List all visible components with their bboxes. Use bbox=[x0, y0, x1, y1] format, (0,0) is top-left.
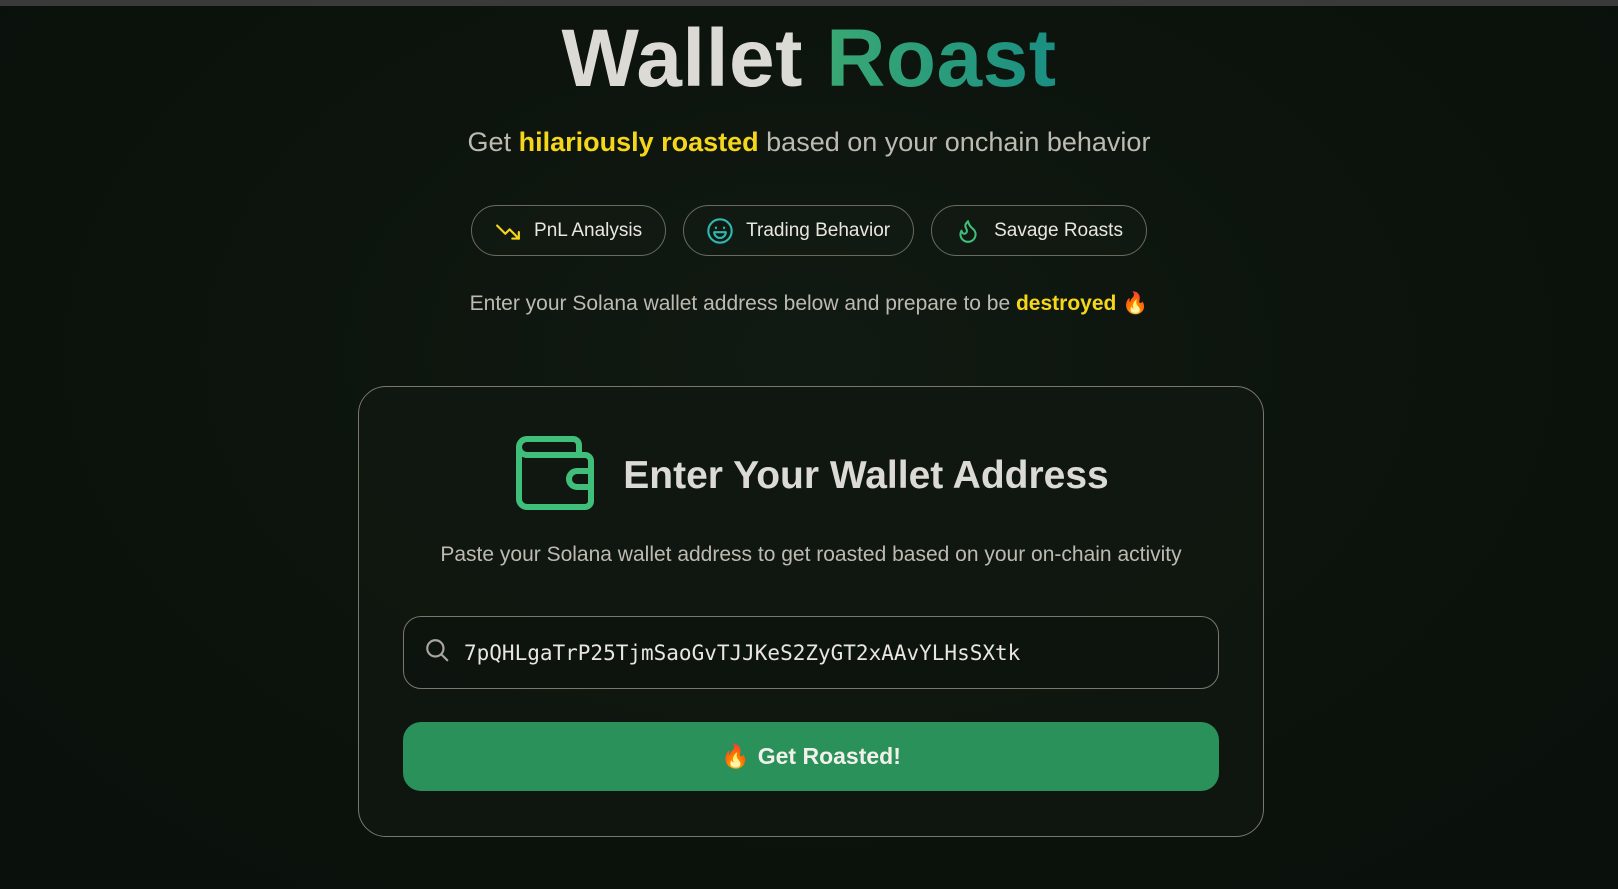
prompt-highlight: destroyed bbox=[1015, 292, 1117, 315]
get-roasted-button[interactable]: 🔥 Get Roasted! bbox=[403, 722, 1219, 791]
page-title: Wallet Roast bbox=[0, 18, 1618, 100]
subtitle-post: based on your onchain behavior bbox=[758, 127, 1151, 157]
flame-icon bbox=[954, 217, 982, 245]
title-wallet: Wallet bbox=[561, 13, 803, 104]
wallet-address-field[interactable] bbox=[403, 616, 1219, 689]
feature-chips: PnL Analysis Trading Behavior Savage Roa… bbox=[0, 205, 1618, 256]
fire-emoji: 🔥 bbox=[721, 743, 750, 769]
smile-face-icon bbox=[706, 217, 734, 245]
prompt-pre: Enter your Solana wallet address below a… bbox=[469, 292, 1016, 315]
chip-savage-roasts[interactable]: Savage Roasts bbox=[931, 205, 1147, 256]
chip-trading-behavior[interactable]: Trading Behavior bbox=[683, 205, 915, 256]
browser-top-bar bbox=[0, 0, 1618, 6]
subtitle-pre: Get bbox=[467, 127, 519, 157]
chip-label: PnL Analysis bbox=[534, 219, 643, 241]
search-icon bbox=[424, 637, 450, 668]
subtitle: Get hilariously roasted based on your on… bbox=[0, 127, 1618, 158]
instruction-text: Enter your Solana wallet address below a… bbox=[0, 292, 1618, 316]
title-roast: Roast bbox=[826, 13, 1057, 104]
wallet-address-input[interactable] bbox=[464, 632, 1218, 673]
fire-emoji: 🔥 bbox=[1122, 292, 1149, 315]
wallet-card: Enter Your Wallet Address Paste your Sol… bbox=[358, 386, 1264, 837]
chip-pnl-analysis[interactable]: PnL Analysis bbox=[471, 205, 667, 256]
page: Wallet Roast Get hilariously roasted bas… bbox=[0, 0, 1618, 889]
chip-label: Trading Behavior bbox=[746, 219, 891, 241]
card-description: Paste your Solana wallet address to get … bbox=[440, 543, 1182, 566]
card-header: Enter Your Wallet Address bbox=[359, 433, 1263, 518]
subtitle-highlight: hilariously roasted bbox=[518, 127, 759, 157]
get-roasted-label: Get Roasted! bbox=[757, 743, 901, 769]
card-title: Enter Your Wallet Address bbox=[623, 453, 1109, 497]
chip-label: Savage Roasts bbox=[994, 219, 1123, 241]
wallet-icon bbox=[513, 433, 597, 518]
trending-down-icon bbox=[494, 217, 522, 245]
